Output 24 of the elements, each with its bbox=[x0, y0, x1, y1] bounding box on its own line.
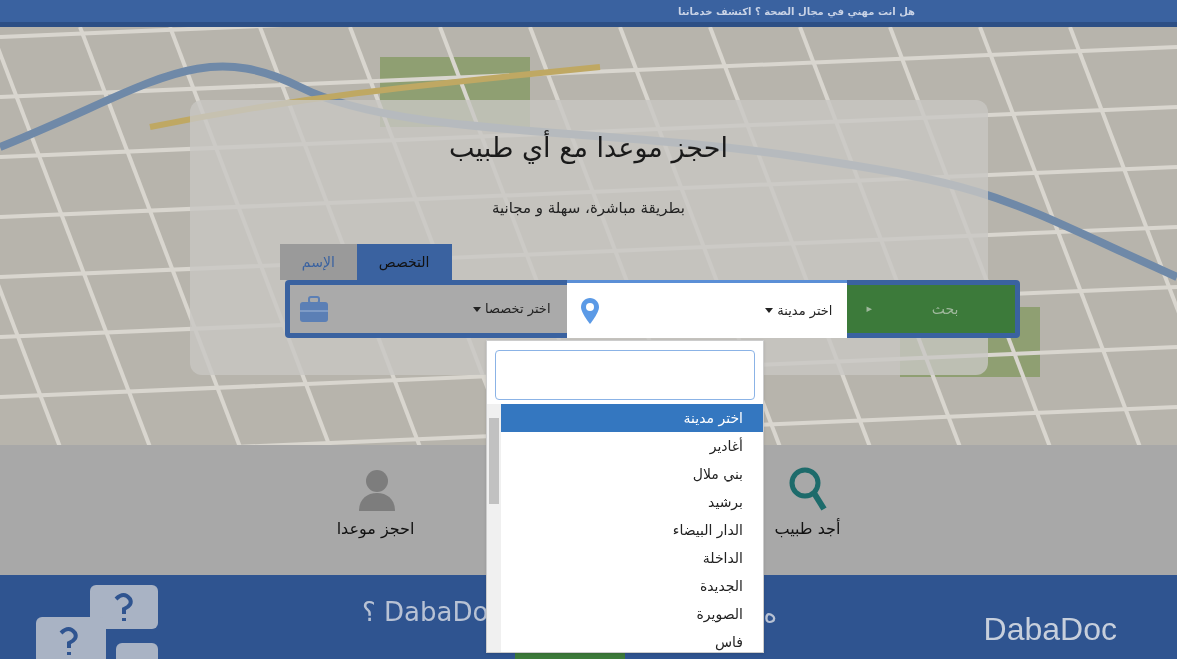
search-icon bbox=[787, 465, 828, 511]
feature-label: أجد طبيب bbox=[774, 517, 841, 540]
feature-label: احجز موعدا bbox=[336, 518, 415, 540]
city-option[interactable]: برشيد bbox=[501, 488, 763, 516]
specialty-select[interactable]: اختر تخصصا bbox=[289, 285, 567, 333]
briefcase-icon bbox=[299, 296, 328, 322]
city-option[interactable]: الدار البيضاء bbox=[501, 516, 763, 544]
city-search-field[interactable] bbox=[495, 350, 755, 400]
location-pin-icon bbox=[580, 297, 599, 324]
city-option[interactable]: بني ملال bbox=[501, 460, 763, 488]
city-option[interactable]: الداخلة bbox=[501, 544, 763, 572]
footer-heading: ه bbox=[763, 598, 777, 631]
city-option[interactable]: أغادير bbox=[501, 432, 763, 460]
footer-heading: DabaDo ؟ bbox=[362, 596, 489, 629]
city-option[interactable]: الصويرة bbox=[501, 600, 763, 628]
city-option[interactable]: اختر مدينة bbox=[501, 404, 763, 432]
hero-subtitle: بطريقة مباشرة، سهلة و مجانية bbox=[491, 197, 686, 219]
hero-title: احجز موعدا مع أي طبيب bbox=[449, 129, 728, 166]
footer-brand: DabaDoc bbox=[983, 610, 1117, 649]
city-select[interactable]: اختر مدينة bbox=[566, 280, 847, 338]
caret-icon bbox=[765, 308, 774, 313]
city-option[interactable]: الجديدة bbox=[501, 572, 763, 600]
caret-icon bbox=[473, 306, 482, 312]
city-option[interactable]: فاس bbox=[501, 628, 763, 652]
